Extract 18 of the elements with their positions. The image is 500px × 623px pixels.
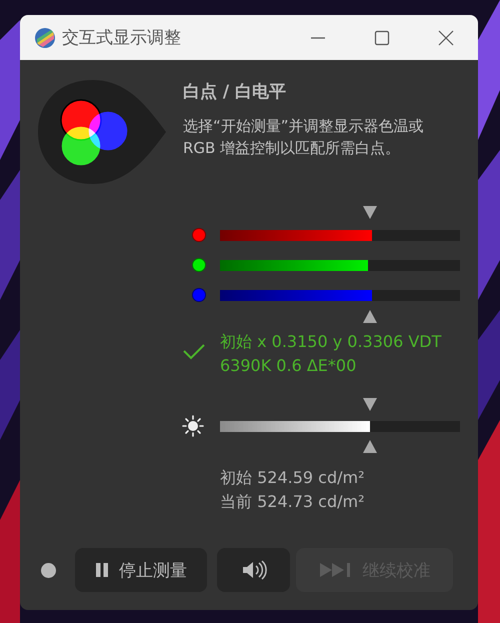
skip-forward-icon [318,562,352,578]
measurement-text: 6390K 0.6 ΔE*00 [220,355,358,377]
maximize-icon [374,30,390,46]
pause-icon [95,562,109,578]
stop-measurement-button[interactable]: 停止测量 [75,548,207,592]
close-icon [438,30,454,46]
brightness-icon [182,415,204,437]
sound-button[interactable] [217,548,290,592]
minimize-icon [311,36,325,38]
luminance-text: 当前 524.73 cd/m² [220,491,366,513]
speaker-icon [240,559,266,581]
measurement-text: 初始 x 0.3150 y 0.3306 VDT [220,331,442,353]
section-heading: 白点 / 白电平 [183,81,288,103]
luminance-text: 初始 524.59 cd/m² [220,467,366,489]
window-title: 交互式显示调整 [62,27,182,49]
app-icon [34,26,56,48]
instruction-text: 选择“开始测量”并调整显示器色温或 RGB 增益控制以匹配所需白点。 [183,116,425,159]
status-indicator-icon [41,562,56,578]
